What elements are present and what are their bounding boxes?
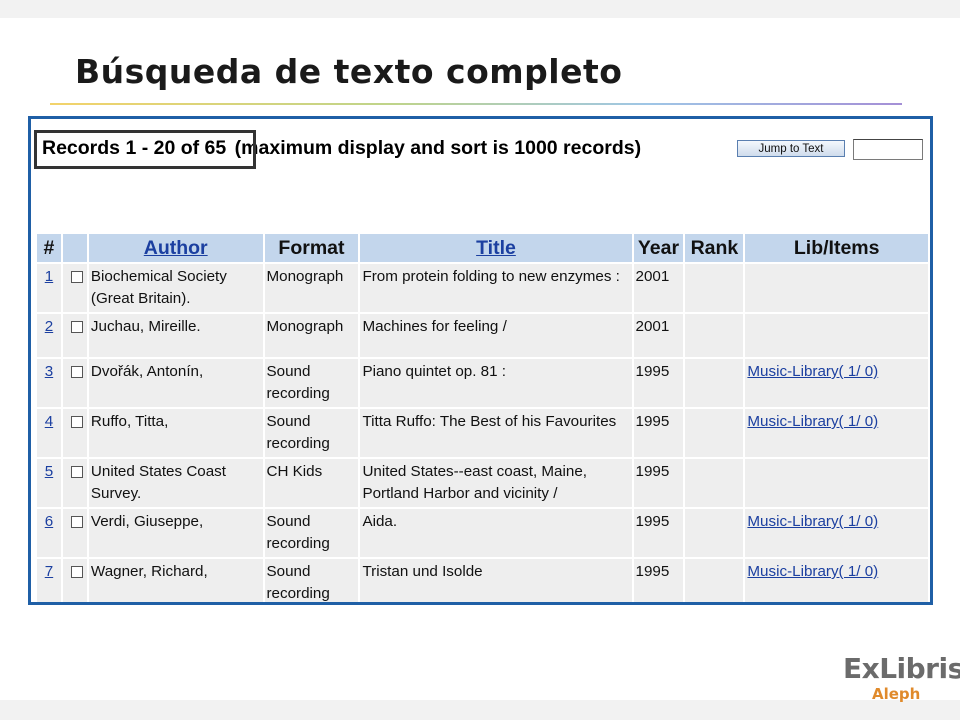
column-header-rank: Rank: [685, 234, 744, 262]
select-checkbox[interactable]: [70, 321, 83, 333]
format-cell: Sound recording: [264, 509, 359, 557]
logo-sub-text: Aleph: [872, 685, 921, 703]
record-number-link[interactable]: 2: [45, 318, 53, 335]
rank-cell: [685, 459, 744, 507]
title-cell: Titta Ruffo: The Best of his Favourites: [360, 409, 632, 457]
format-cell: Sound recording: [264, 409, 359, 457]
sort-author-link[interactable]: Author: [144, 237, 208, 259]
lib-items-link[interactable]: Music-Library( 1/ 0): [747, 563, 878, 580]
title-cell: Machines for feeling /: [360, 314, 632, 357]
table-row: 2 Juchau, Mireille. Monograph Machines f…: [37, 314, 928, 357]
year-cell: 1995: [633, 559, 684, 602]
select-checkbox[interactable]: [70, 366, 83, 378]
title-cell: United States--east coast, Maine, Portla…: [360, 459, 632, 507]
author-cell: Biochemical Society (Great Britain).: [88, 264, 263, 312]
lib-items-link[interactable]: Music-Library( 1/ 0): [747, 513, 878, 530]
table-row: 5 United States Coast Survey. CH Kids Un…: [37, 459, 928, 507]
column-header-title[interactable]: Title: [360, 234, 632, 262]
sort-title-link[interactable]: Title: [476, 237, 516, 259]
top-band: [0, 0, 960, 18]
record-number-link[interactable]: 5: [45, 463, 53, 480]
title-cell: Aida.: [360, 509, 632, 557]
author-cell: Dvořák, Antonín,: [88, 359, 263, 407]
column-header-author[interactable]: Author: [88, 234, 263, 262]
jump-to-text-button[interactable]: Jump to Text: [737, 140, 845, 157]
title-cell: Tristan und Isolde: [360, 559, 632, 602]
select-checkbox[interactable]: [70, 566, 83, 578]
jump-to-text-input[interactable]: [853, 139, 923, 160]
table-row: 4 Ruffo, Titta, Sound recording Titta Ru…: [37, 409, 928, 457]
logo-main-text: ExLibris: [843, 652, 960, 685]
lib-items-link[interactable]: Music-Library( 1/ 0): [747, 413, 878, 430]
results-table: # Author Format Title Year Rank Lib/Item…: [35, 232, 930, 602]
year-cell: 1995: [633, 409, 684, 457]
records-note: (maximum display and sort is 1000 record…: [234, 137, 642, 159]
table-row: 6 Verdi, Giuseppe, Sound recording Aida.…: [37, 509, 928, 557]
rank-cell: [685, 559, 744, 602]
column-header-lib-items: Lib/Items: [745, 234, 928, 262]
record-number-link[interactable]: 7: [45, 563, 53, 580]
title-cell: From protein folding to new enzymes :: [360, 264, 632, 312]
author-cell: United States Coast Survey.: [88, 459, 263, 507]
author-cell: Ruffo, Titta,: [88, 409, 263, 457]
format-cell: CH Kids: [264, 459, 359, 507]
lib-items-link[interactable]: Music-Library( 1/ 0): [747, 363, 878, 380]
bottom-band: [0, 700, 960, 720]
column-header-format: Format: [264, 234, 359, 262]
results-header-row: # Author Format Title Year Rank Lib/Item…: [37, 234, 928, 262]
year-cell: 1995: [633, 459, 684, 507]
column-header-number: #: [37, 234, 61, 262]
author-cell: Juchau, Mireille.: [88, 314, 263, 357]
rank-cell: [685, 359, 744, 407]
rank-cell: [685, 509, 744, 557]
title-cell: Piano quintet op. 81 :: [360, 359, 632, 407]
table-row: 1 Biochemical Society (Great Britain). M…: [37, 264, 928, 312]
exlibris-logo: ExLibris Aleph: [843, 652, 960, 703]
column-header-year: Year: [633, 234, 684, 262]
select-checkbox[interactable]: [70, 271, 83, 283]
record-number-link[interactable]: 4: [45, 413, 53, 430]
column-header-select: [62, 234, 87, 262]
select-checkbox[interactable]: [70, 466, 83, 478]
format-cell: Sound recording: [264, 559, 359, 602]
catalog-screenshot: Records 1 - 20 of 65 (maximum display an…: [28, 116, 933, 605]
rank-cell: [685, 264, 744, 312]
rank-cell: [685, 314, 744, 357]
record-number-link[interactable]: 1: [45, 268, 53, 285]
format-cell: Monograph: [264, 314, 359, 357]
author-cell: Verdi, Giuseppe,: [88, 509, 263, 557]
table-row: 7 Wagner, Richard, Sound recording Trist…: [37, 559, 928, 602]
year-cell: 1995: [633, 359, 684, 407]
title-divider: [50, 103, 902, 105]
slide-title: Búsqueda de texto completo: [75, 52, 623, 91]
format-cell: Monograph: [264, 264, 359, 312]
select-checkbox[interactable]: [70, 416, 83, 428]
author-cell: Wagner, Richard,: [88, 559, 263, 602]
record-number-link[interactable]: 6: [45, 513, 53, 530]
select-checkbox[interactable]: [70, 516, 83, 528]
format-cell: Sound recording: [264, 359, 359, 407]
rank-cell: [685, 409, 744, 457]
year-cell: 2001: [633, 264, 684, 312]
table-row: 3 Dvořák, Antonín, Sound recording Piano…: [37, 359, 928, 407]
record-number-link[interactable]: 3: [45, 363, 53, 380]
year-cell: 2001: [633, 314, 684, 357]
records-count-highlight: [34, 130, 256, 169]
year-cell: 1995: [633, 509, 684, 557]
